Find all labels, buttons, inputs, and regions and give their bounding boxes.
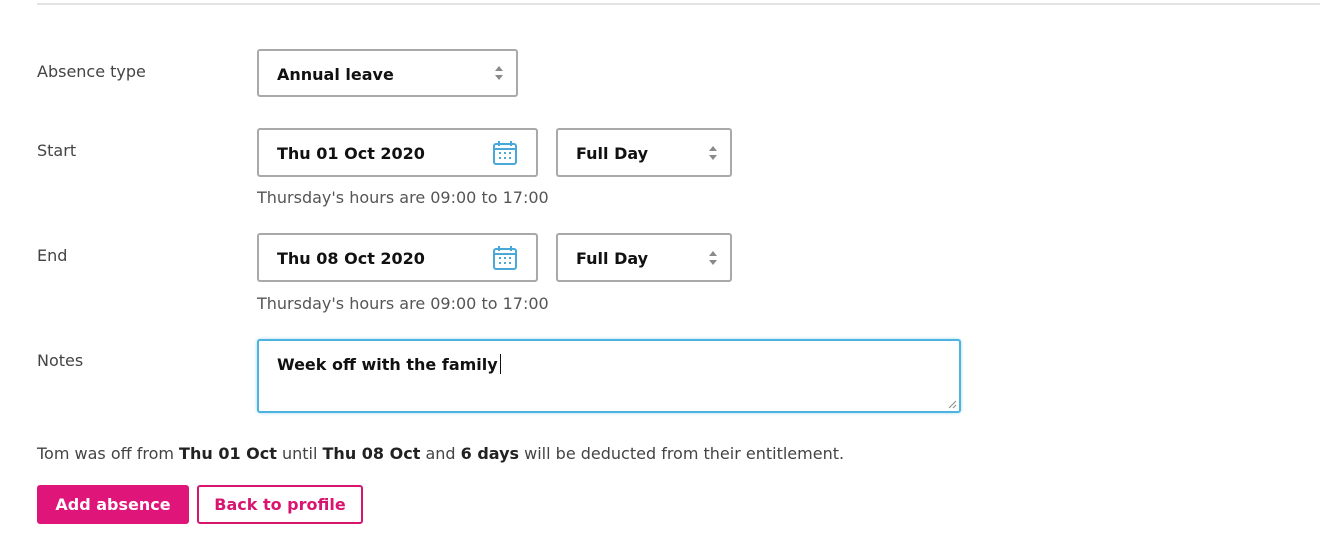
select-arrows-icon xyxy=(709,145,717,160)
summary-start-date: Thu 01 Oct xyxy=(179,444,277,463)
calendar-icon[interactable] xyxy=(492,245,518,271)
resize-handle-icon[interactable] xyxy=(947,399,957,409)
start-period-select[interactable]: Full Day xyxy=(556,128,732,177)
calendar-icon[interactable] xyxy=(492,140,518,166)
absence-type-select[interactable]: Annual leave xyxy=(257,49,518,97)
end-date-value: Thu 08 Oct 2020 xyxy=(277,249,425,268)
absence-type-label: Absence type xyxy=(37,62,146,81)
end-date-input[interactable]: Thu 08 Oct 2020 xyxy=(257,233,538,282)
start-date-value: Thu 01 Oct 2020 xyxy=(277,144,425,163)
summary-days: 6 days xyxy=(460,444,520,463)
end-hours-hint: Thursday's hours are 09:00 to 17:00 xyxy=(257,294,549,313)
select-arrows-icon xyxy=(495,66,503,80)
back-to-profile-button[interactable]: Back to profile xyxy=(197,485,363,524)
absence-type-value: Annual leave xyxy=(277,65,394,84)
top-divider xyxy=(37,3,1320,5)
start-date-input[interactable]: Thu 01 Oct 2020 xyxy=(257,128,538,177)
end-period-value: Full Day xyxy=(576,249,649,268)
summary-end-date: Thu 08 Oct xyxy=(322,444,421,463)
absence-summary: Tom was off from Thu 01 Oct until Thu 08… xyxy=(37,444,845,463)
notes-label: Notes xyxy=(37,351,84,370)
notes-textarea[interactable]: Week off with the family xyxy=(257,339,961,413)
start-label: Start xyxy=(37,141,77,160)
end-period-select[interactable]: Full Day xyxy=(556,233,732,282)
add-absence-button[interactable]: Add absence xyxy=(37,485,189,524)
end-label: End xyxy=(37,246,68,265)
text-cursor xyxy=(499,354,501,374)
start-period-value: Full Day xyxy=(576,144,649,163)
start-hours-hint: Thursday's hours are 09:00 to 17:00 xyxy=(257,188,549,207)
select-arrows-icon xyxy=(709,250,717,265)
notes-value: Week off with the family xyxy=(277,354,501,374)
